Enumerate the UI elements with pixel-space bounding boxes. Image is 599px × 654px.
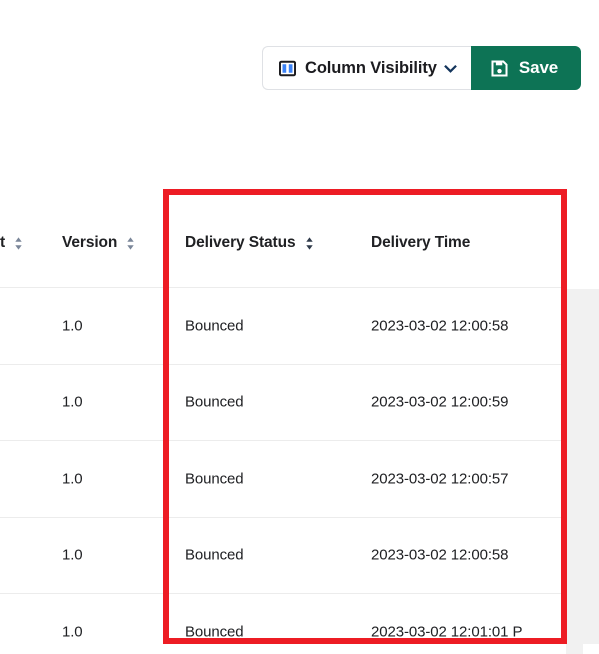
- cell-delivery-time: 2023-03-02 12:00:58: [371, 317, 509, 335]
- cell-version: 1.0: [62, 393, 83, 411]
- column-header-label: Version: [62, 234, 118, 251]
- sort-icon[interactable]: [305, 235, 314, 252]
- column-visibility-label: Column Visibility: [305, 58, 437, 77]
- page-background-right-top: [567, 189, 599, 289]
- column-visibility-button[interactable]: Column Visibility: [262, 46, 471, 90]
- column-header-delivery-time[interactable]: Delivery Time: [371, 234, 470, 252]
- cell-delivery-status: Bounced: [185, 317, 244, 335]
- cell-version: 1.0: [62, 546, 83, 564]
- save-label: Save: [518, 58, 559, 77]
- cell-version: 1.0: [62, 623, 83, 641]
- save-button[interactable]: Save: [470, 46, 582, 90]
- table-row[interactable]: 1.0 Bounced 2023-03-02 12:00:57: [0, 440, 599, 517]
- column-header-label: Delivery Status: [185, 234, 296, 251]
- cell-delivery-status: Bounced: [185, 546, 244, 564]
- cell-delivery-time: 2023-03-02 12:00:58: [371, 546, 509, 564]
- cell-version: 1.0: [62, 317, 83, 335]
- column-header-version[interactable]: Version: [62, 234, 135, 252]
- chevron-down-icon: [443, 62, 457, 75]
- column-header-truncated[interactable]: t: [0, 234, 23, 252]
- cell-delivery-status: Bounced: [185, 623, 244, 641]
- sort-icon[interactable]: [126, 235, 135, 252]
- cell-delivery-status: Bounced: [185, 470, 244, 488]
- data-table: t Version Delivery Status Delivery Time …: [0, 190, 599, 654]
- column-header-label: Delivery Time: [371, 234, 471, 251]
- cell-delivery-time: 2023-03-02 12:00:57: [371, 470, 509, 488]
- column-header-label: t: [0, 234, 6, 251]
- table-row[interactable]: 1.0 Bounced 2023-03-02 12:00:58: [0, 516, 599, 593]
- table-row[interactable]: 1.0 Bounced 2023-03-02 12:00:59: [0, 363, 599, 440]
- table-row[interactable]: 1.0 Bounced 2023-03-02 12:00:58: [0, 287, 599, 364]
- cell-delivery-time: 2023-03-02 12:00:59: [371, 393, 509, 411]
- floppy-save-icon: [491, 59, 508, 77]
- cell-delivery-status: Bounced: [185, 393, 244, 411]
- table-header-row: t Version Delivery Status Delivery Time: [0, 190, 599, 287]
- columns-icon: [279, 60, 296, 77]
- table-row[interactable]: 1.0 Bounced 2023-03-02 12:01:01 P: [0, 593, 599, 654]
- column-header-delivery-status[interactable]: Delivery Status: [185, 234, 314, 252]
- sort-icon[interactable]: [14, 235, 23, 252]
- cell-version: 1.0: [62, 470, 83, 488]
- cell-delivery-time: 2023-03-02 12:01:01 P: [371, 623, 523, 641]
- table-toolbar: Column Visibility Save: [262, 46, 582, 90]
